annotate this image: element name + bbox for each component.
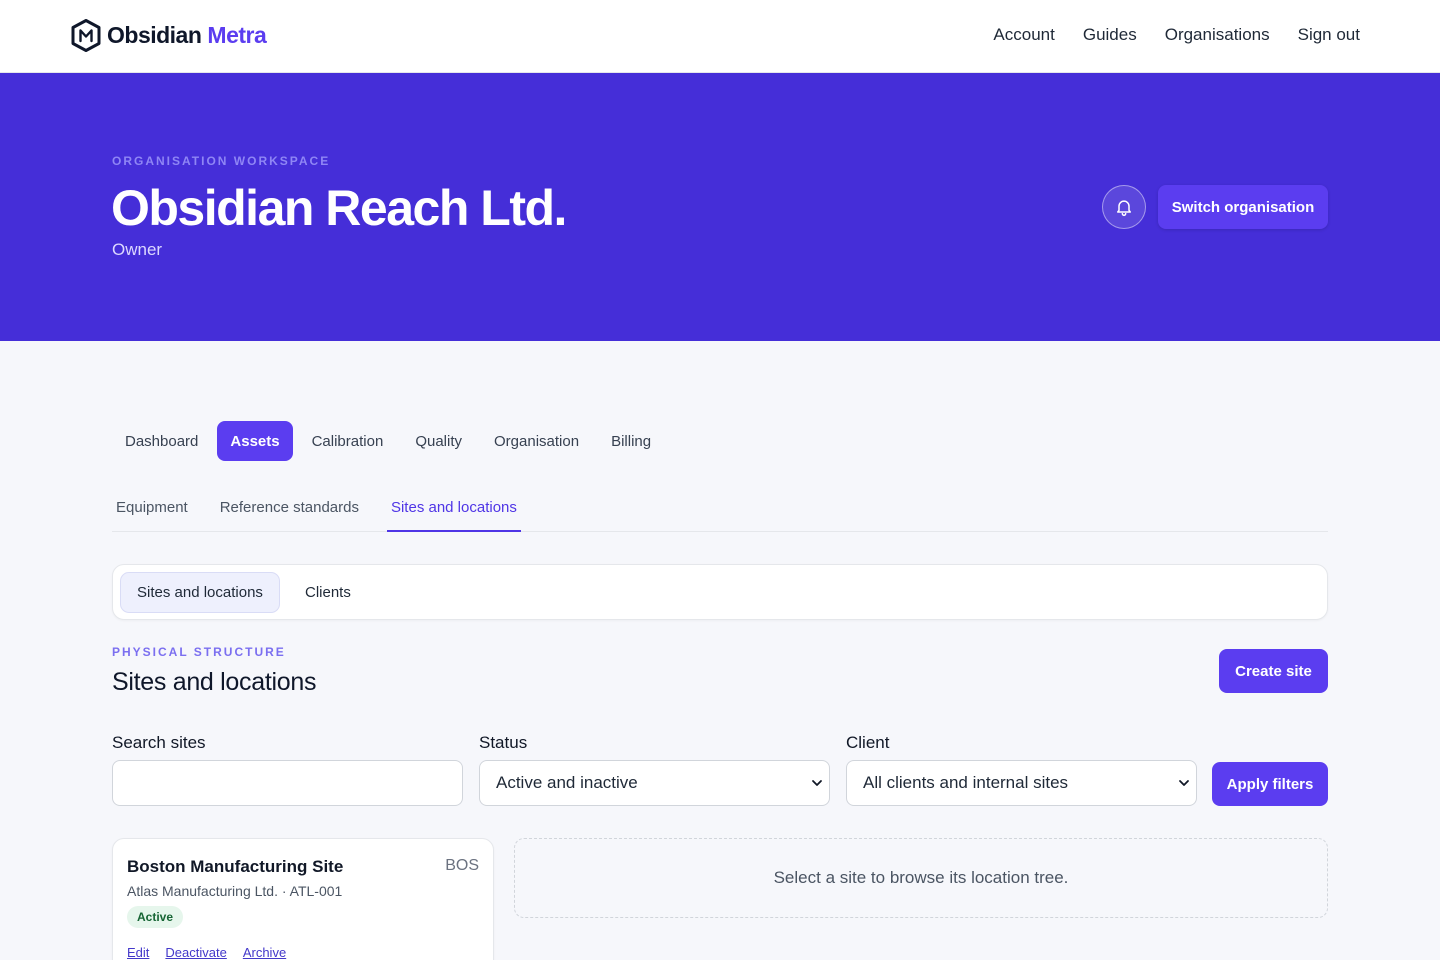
tab-quality[interactable]: Quality (402, 421, 475, 461)
asset-subtabs: Equipment Reference standards Sites and … (112, 490, 1328, 532)
site-code: BOS (445, 857, 479, 874)
site-card[interactable]: Boston Manufacturing Site BOS Atlas Manu… (112, 838, 494, 960)
site-name: Boston Manufacturing Site (127, 857, 344, 876)
segmented-control: Sites and locations Clients (112, 564, 1328, 620)
client-select[interactable]: All clients and internal sites (846, 760, 1197, 806)
status-label: Status (479, 733, 528, 752)
primary-tabs: Dashboard Assets Calibration Quality Org… (112, 421, 664, 461)
section-eyebrow: PHYSICAL STRUCTURE (112, 645, 286, 659)
brand-name: Obsidian (107, 22, 202, 48)
hexagon-logo-icon (71, 19, 101, 52)
apply-filters-button[interactable]: Apply filters (1212, 762, 1328, 806)
section-title: Sites and locations (112, 668, 317, 696)
hero-eyebrow: ORGANISATION WORKSPACE (112, 154, 331, 168)
status-select-value: Active and inactive (496, 773, 638, 792)
search-sites-input[interactable] (112, 760, 463, 806)
tab-dashboard[interactable]: Dashboard (112, 421, 211, 461)
tab-billing[interactable]: Billing (598, 421, 664, 461)
status-select[interactable]: Active and inactive (479, 760, 830, 806)
segment-sites-and-locations[interactable]: Sites and locations (120, 572, 280, 613)
status-badge: Active (127, 906, 184, 928)
site-client-info: Atlas Manufacturing Ltd. · ATL-001 (127, 883, 343, 899)
subtab-equipment[interactable]: Equipment (112, 490, 192, 532)
subtab-sites-and-locations[interactable]: Sites and locations (386, 490, 521, 532)
edit-site-link[interactable]: Edit (127, 945, 149, 960)
site-actions: Edit Deactivate Archive (127, 945, 286, 960)
top-navigation-bar: Obsidian Metra Account Guides Organisati… (0, 0, 1440, 73)
nav-sign-out-link[interactable]: Sign out (1298, 25, 1360, 45)
brand-logo-link[interactable]: Obsidian Metra (71, 19, 267, 52)
client-label: Client (846, 733, 890, 752)
location-tree-empty-state: Select a site to browse its location tre… (514, 838, 1328, 918)
user-role: Owner (112, 240, 163, 259)
subtab-reference-standards[interactable]: Reference standards (216, 490, 363, 532)
segment-clients[interactable]: Clients (289, 572, 367, 613)
create-site-button[interactable]: Create site (1219, 649, 1328, 693)
deactivate-site-link[interactable]: Deactivate (165, 945, 226, 960)
chevron-down-icon (812, 780, 822, 786)
chevron-down-icon (1179, 780, 1189, 786)
tab-organisation[interactable]: Organisation (481, 421, 592, 461)
tab-calibration[interactable]: Calibration (299, 421, 397, 461)
archive-site-link[interactable]: Archive (243, 945, 286, 960)
client-select-value: All clients and internal sites (863, 773, 1069, 792)
nav-guides-link[interactable]: Guides (1083, 25, 1137, 45)
brand-accent: Metra (207, 22, 267, 48)
search-sites-label: Search sites (112, 733, 206, 752)
organisation-title: Obsidian Reach Ltd. (111, 180, 567, 236)
nav-account-link[interactable]: Account (993, 25, 1054, 45)
nav-organisations-link[interactable]: Organisations (1165, 25, 1270, 45)
bell-icon (1117, 200, 1131, 217)
switch-organisation-button[interactable]: Switch organisation (1158, 185, 1328, 229)
workspace-hero: ORGANISATION WORKSPACE Obsidian Reach Lt… (0, 73, 1440, 341)
tab-assets[interactable]: Assets (217, 421, 293, 461)
top-nav-links: Account Guides Organisations Sign out (993, 25, 1360, 45)
notifications-button[interactable] (1102, 185, 1146, 229)
